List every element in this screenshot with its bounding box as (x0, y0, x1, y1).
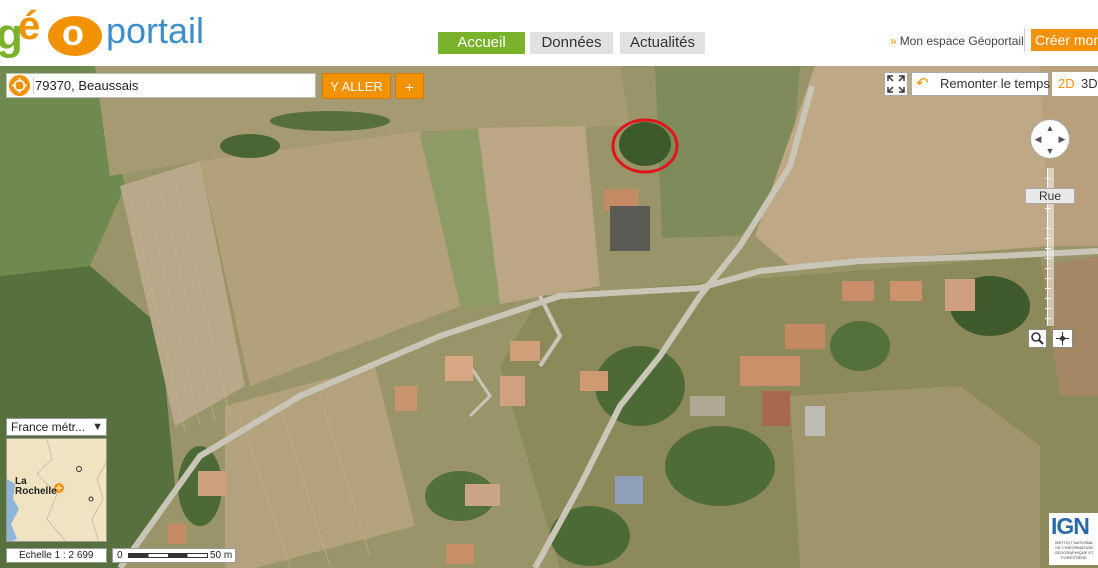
view-mode-toggle: 2D 3D (1052, 72, 1098, 96)
pan-down-icon[interactable]: ▼ (1045, 146, 1055, 156)
ign-subtitle: INSTITUT NATIONAL DE L'INFORMATION GÉOGR… (1054, 540, 1094, 560)
scale-bar-box: 0 50 m (112, 548, 236, 563)
time-travel-label: Remonter le temps (940, 76, 1050, 91)
logo-portail: portail (106, 10, 205, 51)
logo-g: g (0, 10, 23, 59)
overview-city-label: La Rochelle (15, 476, 57, 497)
crosshair-icon (1056, 332, 1069, 345)
create-account-button[interactable]: Créer mon (1031, 29, 1098, 51)
scale-label: Echelle 1 : 2 699 (19, 550, 94, 561)
logo-e: é (18, 4, 41, 48)
mon-espace-link[interactable]: » Mon espace Géoportail (890, 34, 1024, 48)
caret-down-icon: ▼ (92, 421, 103, 433)
tab-actualites[interactable]: Actualités (620, 32, 705, 54)
overview-map[interactable]: La Rochelle (6, 438, 107, 542)
scale-bar (128, 553, 208, 558)
zoom-level-label[interactable]: Rue (1025, 188, 1075, 204)
zoom-search-button[interactable] (1028, 329, 1047, 348)
pan-control[interactable]: ▲ ▼ ◀ ▶ (1030, 119, 1070, 159)
scale-zero-label: 0 (117, 550, 123, 561)
ign-title: IGN (1051, 513, 1090, 539)
geolocate-button[interactable] (1052, 329, 1073, 348)
view-2d-button[interactable]: 2D (1058, 72, 1075, 96)
undo-arrow-icon: ↶ (916, 75, 929, 92)
fullscreen-icon (887, 75, 905, 93)
target-icon-svg (12, 78, 27, 93)
search-divider (33, 77, 34, 94)
header-divider (1024, 28, 1025, 52)
header: g é o portail Accueil Données Actualités… (0, 0, 1098, 66)
scale-max-label: 50 m (210, 550, 233, 561)
chevron-right-icon: » (890, 34, 897, 48)
ign-logo[interactable]: IGN INSTITUT NATIONAL DE L'INFORMATION G… (1049, 513, 1098, 565)
mon-espace-label: Mon espace Géoportail (899, 34, 1024, 48)
target-icon[interactable] (9, 75, 30, 96)
tab-accueil[interactable]: Accueil (438, 32, 525, 54)
go-button[interactable]: Y ALLER (322, 73, 391, 99)
region-select[interactable]: France métr... ▼ (6, 418, 107, 436)
search-input[interactable] (35, 74, 310, 97)
pan-left-icon[interactable]: ◀ (1033, 134, 1043, 144)
search-box[interactable] (6, 73, 316, 98)
map-view[interactable]: Y ALLER + ↶ Remonter le temps 2D 3D ▲ ▼ … (0, 66, 1098, 568)
logo-o: o (62, 12, 84, 53)
pan-right-icon[interactable]: ▶ (1057, 134, 1067, 144)
scale-box: Echelle 1 : 2 699 (6, 548, 107, 563)
add-button[interactable]: + (395, 73, 424, 99)
region-select-value: France métr... (11, 420, 86, 434)
fullscreen-button[interactable] (884, 72, 908, 96)
pan-up-icon[interactable]: ▲ (1045, 123, 1055, 133)
geoportail-logo[interactable]: g é o portail (0, 4, 220, 59)
magnifier-icon (1031, 332, 1044, 345)
aerial-imagery (0, 66, 1098, 568)
time-travel-button[interactable]: ↶ Remonter le temps (911, 72, 1050, 96)
tab-donnees[interactable]: Données (530, 32, 613, 54)
view-3d-button[interactable]: 3D (1081, 72, 1098, 96)
